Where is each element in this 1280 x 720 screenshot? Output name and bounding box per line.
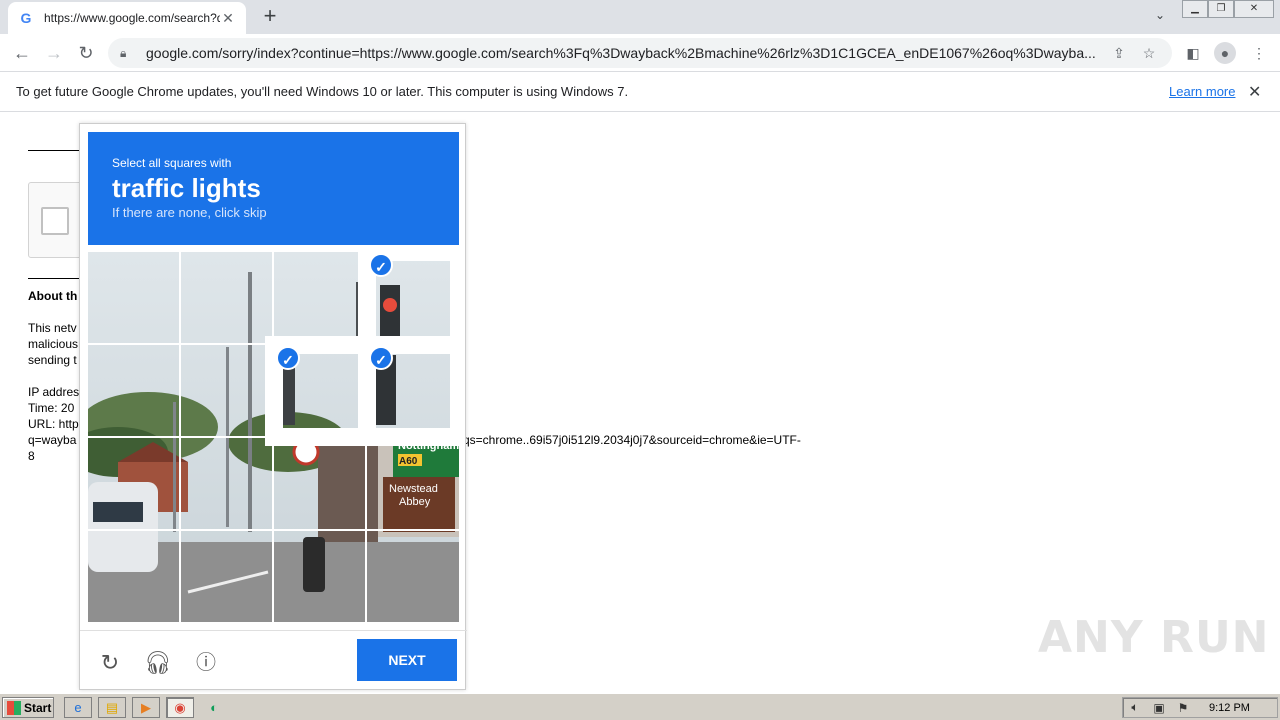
recaptcha-checkbox[interactable] <box>41 207 69 235</box>
body-text: sending t <box>28 353 77 367</box>
share-icon[interactable]: ⇪ <box>1108 45 1130 62</box>
grid-tile-3-3[interactable] <box>367 531 458 621</box>
body-text: malicious <box>28 337 79 351</box>
image-grid: Nottingham A60 Newstead Abbey ✓ ✓ ✓ <box>88 252 459 622</box>
challenge-footer: ↻ 🎧︎ ⓘ NEXT <box>80 630 467 690</box>
close-window-button[interactable]: ✕ <box>1234 0 1274 18</box>
restore-button[interactable]: ❐ <box>1208 0 1234 18</box>
volume-icon[interactable]: 🔈︎ <box>1123 700 1147 715</box>
grid-tile-0-2[interactable] <box>274 252 365 342</box>
reload-challenge-icon[interactable]: ↻ <box>96 649 124 677</box>
menu-kebab-icon[interactable]: ⋮ <box>1248 42 1270 64</box>
learn-more-link[interactable]: Learn more <box>1169 84 1235 99</box>
selected-check-icon: ✓ <box>276 346 300 370</box>
back-icon[interactable]: ← <box>10 41 34 65</box>
new-tab-button[interactable]: + <box>258 5 282 29</box>
windows-taskbar: Start e ▤ ▶ ◉ ◐ 🔈︎ ▣ ⚑ 9:12 PM <box>0 693 1280 720</box>
google-favicon-icon: G <box>20 10 32 26</box>
infobar-close-icon[interactable]: ✕ <box>1248 82 1261 102</box>
tab-close-icon[interactable]: ✕ <box>220 10 236 27</box>
chrome-taskbar-icon[interactable]: ◉ <box>166 697 194 718</box>
grid-tile-2-0[interactable] <box>88 438 179 528</box>
grid-tile-0-0[interactable] <box>88 252 179 342</box>
start-button[interactable]: Start <box>2 697 54 718</box>
anyrun-watermark: ANY RUN <box>1038 612 1270 663</box>
ie-taskbar-icon[interactable]: e <box>64 697 92 718</box>
browser-toolbar: ← → ↻ 🔒︎ google.com/sorry/index?continue… <box>0 34 1280 72</box>
address-bar[interactable]: 🔒︎ google.com/sorry/index?continue=https… <box>108 38 1172 68</box>
grid-tile-0-1[interactable] <box>181 252 272 342</box>
ip-address-text: IP addres <box>28 385 80 399</box>
url-tail-text: qs=chrome..69i57j0i512l9.2034j0j7&source… <box>463 433 801 447</box>
challenge-header: Select all squares with traffic lights I… <box>88 132 459 245</box>
network-icon[interactable]: ▣ <box>1147 701 1171 715</box>
audio-challenge-icon[interactable]: 🎧︎ <box>144 649 172 677</box>
time-text: Time: 20 <box>28 401 75 415</box>
grid-tile-3-1[interactable] <box>181 531 272 621</box>
grid-tile-1-0[interactable] <box>88 345 179 435</box>
edge-taskbar-icon[interactable]: ◐ <box>200 697 228 718</box>
url-label-text: URL: http <box>28 417 79 431</box>
info-icon[interactable]: ⓘ <box>192 649 220 677</box>
side-panel-icon[interactable]: ◧ <box>1182 42 1204 64</box>
media-player-taskbar-icon[interactable]: ▶ <box>132 697 160 718</box>
instruction-target: traffic lights <box>112 173 261 203</box>
instruction-hint: If there are none, click skip <box>112 205 267 220</box>
explorer-taskbar-icon[interactable]: ▤ <box>98 697 126 718</box>
recaptcha-challenge: Select all squares with traffic lights I… <box>79 123 467 690</box>
lock-icon[interactable]: 🔒︎ <box>120 46 134 61</box>
infobar-message: To get future Google Chrome updates, you… <box>16 84 629 99</box>
url-end-text: 8 <box>28 449 35 463</box>
instruction-small: Select all squares with <box>112 156 232 170</box>
clock[interactable]: 9:12 PM <box>1209 702 1250 714</box>
url-line-text: q=wayba <box>28 433 77 447</box>
update-infobar: To get future Google Chrome updates, you… <box>0 72 1280 112</box>
grid-tile-3-0[interactable] <box>88 531 179 621</box>
bookmark-star-icon[interactable]: ☆ <box>1138 45 1160 62</box>
system-tray: 🔈︎ ▣ ⚑ 9:12 PM <box>1122 697 1278 718</box>
grid-tile-2-2[interactable] <box>274 438 365 528</box>
forward-icon[interactable]: → <box>42 41 66 65</box>
start-label: Start <box>24 700 52 715</box>
reload-icon[interactable]: ↻ <box>74 41 98 65</box>
grid-tile-3-2[interactable] <box>274 531 365 621</box>
tab-strip: G https://www.google.com/search?q= ✕ + ⌄… <box>0 0 1280 34</box>
selected-check-icon: ✓ <box>369 346 393 370</box>
tab-title: https://www.google.com/search?q= <box>44 11 220 25</box>
windows-logo-icon <box>7 700 21 715</box>
about-heading: About th <box>28 289 78 303</box>
url-text[interactable]: google.com/sorry/index?continue=https://… <box>146 45 1100 61</box>
browser-tab[interactable]: G https://www.google.com/search?q= ✕ <box>8 2 246 34</box>
action-center-flag-icon[interactable]: ⚑ <box>1171 701 1195 715</box>
grid-tile-2-3[interactable] <box>367 438 458 528</box>
minimize-button[interactable]: ▁ <box>1182 0 1208 18</box>
profile-avatar-icon[interactable]: ● <box>1214 42 1236 64</box>
tab-search-icon[interactable]: ⌄ <box>1150 8 1170 26</box>
selected-check-icon: ✓ <box>369 253 393 277</box>
body-text: This netv <box>28 321 77 335</box>
grid-tile-2-1[interactable] <box>181 438 272 528</box>
grid-tile-1-1[interactable] <box>181 345 272 435</box>
next-button[interactable]: NEXT <box>357 639 457 681</box>
